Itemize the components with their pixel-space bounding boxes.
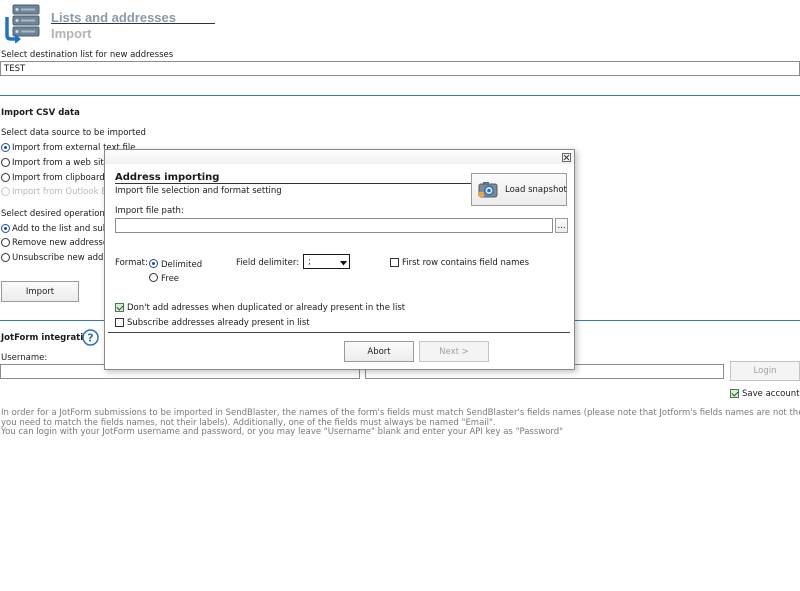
dialog-title: Address importing (115, 172, 220, 183)
subscribe-present-label: Subscribe addresses already present in l… (127, 318, 310, 328)
checkbox[interactable] (115, 318, 124, 327)
browse-button[interactable]: ... (555, 218, 568, 233)
operation-option-label: Unsubscribe new addres (12, 253, 117, 263)
radio-button[interactable] (1, 224, 10, 233)
import-button[interactable]: Import (1, 281, 79, 302)
radio-button[interactable] (149, 259, 158, 268)
chevron-down-icon (340, 259, 347, 269)
operation-label: Select desired operation (1, 209, 105, 219)
radio-button (1, 187, 10, 196)
radio-button[interactable] (1, 238, 10, 247)
checkbox[interactable] (390, 258, 399, 267)
dont-add-duplicates-label: Don't add adresses when duplicated or al… (127, 303, 406, 313)
load-snapshot-label: Load snapshot (505, 185, 567, 195)
question-circle-icon[interactable]: ? (82, 329, 99, 346)
format-delimited-label: Delimited (161, 260, 203, 270)
radio-button[interactable] (1, 158, 10, 167)
section-divider (0, 95, 800, 96)
dialog-titlebar (105, 150, 574, 164)
radio-button[interactable] (149, 273, 158, 282)
jotform-section-title: JotForm integration (1, 333, 96, 343)
source-option-label: Import from clipboard (12, 173, 105, 183)
destination-label: Select destination list for new addresse… (1, 50, 174, 60)
login-button[interactable]: Login (730, 361, 800, 381)
svg-text:?: ? (87, 332, 93, 345)
dialog-subtitle: Import file selection and format setting (115, 186, 282, 196)
load-snapshot-button[interactable]: Load snapshot (471, 173, 567, 206)
source-label: Select data source to be imported (1, 128, 146, 138)
close-icon[interactable] (562, 153, 571, 162)
next-button[interactable]: Next > (419, 341, 489, 362)
save-account-label: Save account (742, 389, 800, 399)
jotform-info-line: In order for a JotForm submissions to be… (1, 408, 800, 418)
address-import-dialog: Address importing Import file selection … (104, 149, 575, 370)
username-label: Username: (1, 353, 48, 363)
page-subtitle: Import (51, 26, 92, 41)
title-underline (51, 23, 215, 24)
file-path-label: Import file path: (115, 206, 184, 216)
operation-option-label: Add to the list and subsc (12, 224, 118, 234)
delimiter-label: Field delimiter: (236, 258, 300, 268)
csv-section-title: Import CSV data (1, 108, 80, 118)
source-option-label: Import from a web site vi (12, 158, 120, 168)
file-path-input[interactable] (115, 218, 553, 233)
abort-button[interactable]: Abort (344, 341, 414, 362)
radio-button[interactable] (1, 173, 10, 182)
camera-icon (478, 181, 498, 199)
app-logo-icon (3, 3, 43, 44)
jotform-info-line: You can login with your JotForm username… (1, 427, 564, 437)
format-label: Format: (115, 258, 148, 268)
checkbox[interactable] (115, 303, 124, 312)
first-row-label: First row contains field names (402, 258, 530, 268)
source-option-label: Import from Outlook Exp (12, 187, 117, 197)
dialog-title-underline (115, 183, 471, 184)
operation-option-label: Remove new addresses f (12, 238, 119, 248)
delimiter-value: ; (308, 257, 311, 267)
radio-button[interactable] (1, 143, 10, 152)
destination-list-select[interactable]: TEST (0, 61, 800, 76)
checkbox[interactable] (730, 389, 739, 398)
dialog-footer-divider (108, 332, 570, 333)
delimiter-select[interactable]: ; (303, 254, 350, 269)
radio-button[interactable] (1, 253, 10, 262)
format-free-label: Free (161, 274, 180, 284)
destination-list-value: TEST (4, 64, 26, 74)
